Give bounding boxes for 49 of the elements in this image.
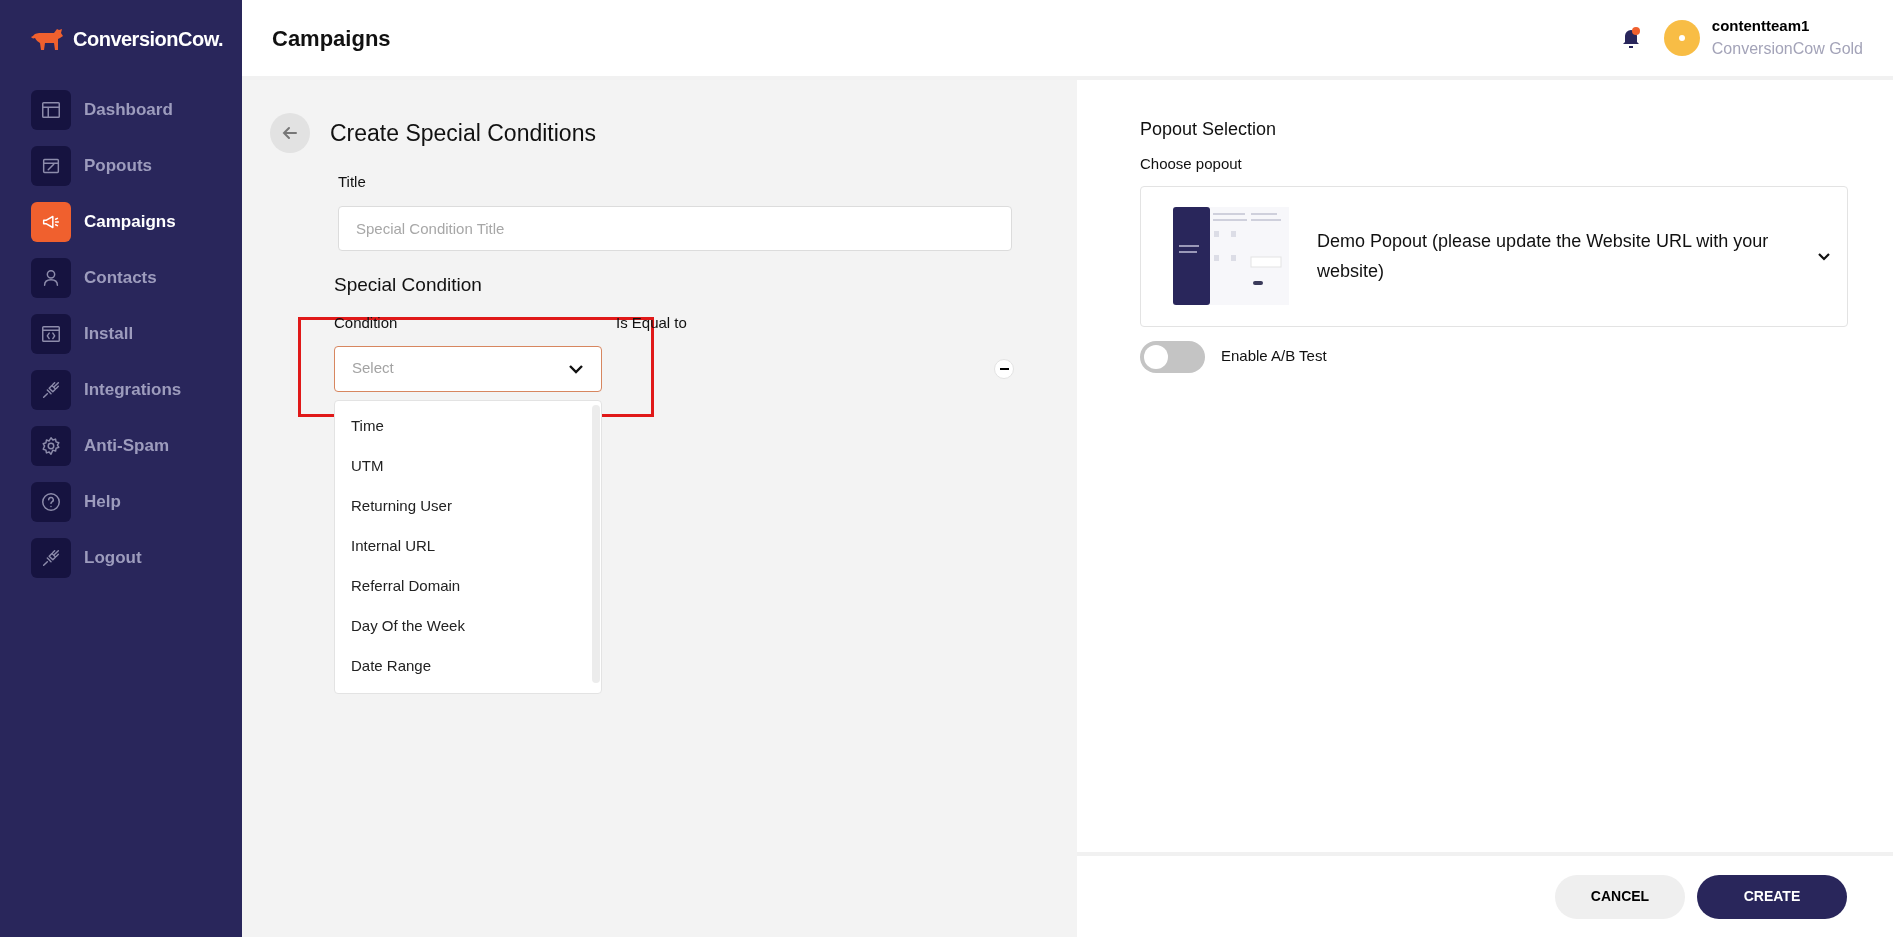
notification-bell-icon[interactable]: [1621, 26, 1642, 50]
popout-select[interactable]: Demo Popout (please update the Website URL with your website): [1140, 185, 1848, 327]
nav-item[interactable]: Anti-Spam: [0, 426, 242, 466]
avatar[interactable]: [1663, 20, 1700, 56]
help-icon: [31, 482, 71, 522]
dropdown-option[interactable]: Date Range: [335, 646, 592, 687]
dropdown-option[interactable]: Time: [335, 406, 592, 447]
dropdown-option[interactable]: Returning User: [335, 486, 592, 527]
scrollbar[interactable]: [592, 404, 600, 683]
cow-logo-icon: [31, 26, 65, 52]
page-title: Campaigns: [272, 24, 391, 53]
logo-text: ConversionCow.: [73, 27, 224, 52]
create-button[interactable]: CREATE: [1697, 874, 1847, 919]
dropdown-option[interactable]: Referral Domain: [335, 566, 592, 607]
title-input-field[interactable]: Special Condition Title: [338, 205, 1012, 251]
section-heading: Special Condition: [334, 272, 483, 297]
nav-item[interactable]: Contacts: [0, 258, 242, 298]
field-label: Title: [338, 172, 367, 192]
window-icon: [31, 146, 71, 186]
nav-item[interactable]: Campaigns: [0, 202, 242, 242]
plan-name: ConversionCow Gold: [1711, 39, 1863, 60]
ab-test-toggle[interactable]: [1140, 340, 1205, 373]
chevron-down-icon: [1817, 251, 1831, 261]
remove-condition-button[interactable]: [994, 358, 1014, 379]
cancel-button[interactable]: CANCEL: [1555, 874, 1685, 919]
layout-icon: [31, 90, 71, 130]
section-heading: Popout Selection: [1140, 118, 1278, 141]
form-heading: Create Special Conditions: [330, 118, 596, 148]
nav-item[interactable]: Logout: [0, 538, 242, 578]
popout-name: Demo Popout (please update the Website URL with your website): [1317, 230, 1770, 283]
plug-icon: [31, 538, 71, 578]
chevron-down-icon: [568, 363, 584, 374]
megaphone-icon: [31, 202, 71, 242]
nav-item[interactable]: Integrations: [0, 370, 242, 410]
field-label: Choose popout: [1140, 154, 1243, 174]
settings-icon: [31, 426, 71, 466]
dropdown-option[interactable]: UTM: [335, 446, 592, 487]
person-icon: [31, 258, 71, 298]
dropdown-option[interactable]: Day Of the Week: [335, 606, 592, 647]
back-button[interactable]: [270, 113, 310, 153]
toggle-label: Enable A/B Test: [1221, 346, 1327, 367]
nav-item[interactable]: Dashboard: [0, 90, 242, 130]
dropdown-option[interactable]: Internal URL: [335, 526, 592, 567]
code-window-icon: [31, 314, 71, 354]
nav-item[interactable]: Popouts: [0, 146, 242, 186]
nav-item[interactable]: Help: [0, 482, 242, 522]
plug-icon: [31, 370, 71, 410]
username: contentteam1: [1711, 16, 1811, 36]
nav-item[interactable]: Install: [0, 314, 242, 354]
